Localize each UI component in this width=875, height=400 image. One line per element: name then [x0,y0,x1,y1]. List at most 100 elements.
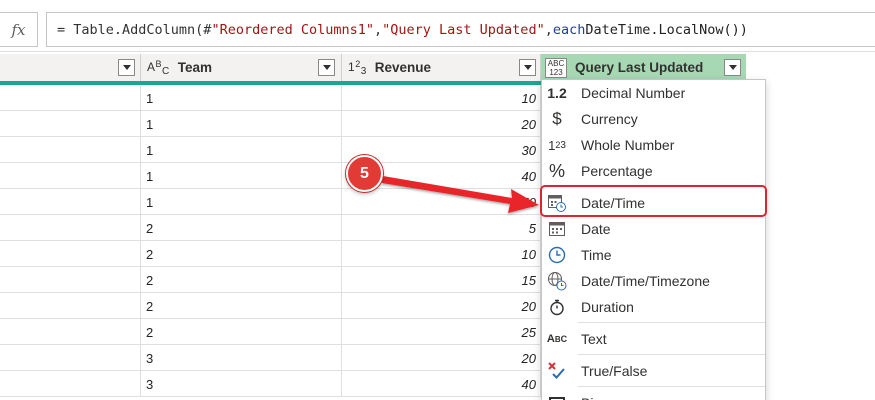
menu-item-currency[interactable]: $ Currency [542,106,765,132]
table-cell[interactable] [0,293,141,319]
menu-item-whole-number[interactable]: 123 Whole Number [542,132,765,158]
menu-item-time[interactable]: Time [542,242,765,268]
menu-item-label: Currency [581,111,638,127]
menu-item-datetime[interactable]: Date/Time [542,190,765,216]
revenue-cell[interactable]: 20 [342,111,541,137]
menu-item-label: Text [581,331,607,347]
type-icon-text: 123 [549,67,563,77]
table-cell[interactable] [0,241,141,267]
menu-separator [578,386,765,387]
team-cell[interactable]: 3 [141,371,342,397]
menu-item-label: Percentage [581,163,653,179]
column-header-row: ABC Team 123 Revenue ABC 123 Query Last U… [0,54,746,81]
revenue-cell[interactable]: 5 [342,215,541,241]
column-title: Query Last Updated [575,60,704,75]
table-cell[interactable] [0,189,141,215]
revenue-cell[interactable]: 15 [342,267,541,293]
step-badge: 5 [346,155,383,192]
revenue-cell[interactable]: 20 [342,345,541,371]
menu-item-datetime-timezone[interactable]: Date/Time/Timezone [542,268,765,294]
datetime-icon [546,193,568,213]
whole-number-type-icon[interactable]: 123 [348,59,367,77]
team-cell[interactable]: 1 [141,137,342,163]
data-type-menu: 1.2 Decimal Number $ Currency 123 Whole … [540,79,767,400]
type-icon-letter: C [162,65,170,77]
globe-clock-icon [546,271,568,291]
table-cell[interactable] [0,215,141,241]
column-header-query-last-updated[interactable]: ABC 123 Query Last Updated [541,54,746,81]
revenue-cell[interactable]: 10 [342,85,541,111]
table-cell[interactable] [0,371,141,397]
column-filter-button[interactable] [318,59,335,76]
stopwatch-icon [546,297,568,317]
revenue-cell[interactable]: 20 [342,293,541,319]
column-title: Revenue [374,60,432,75]
menu-item-text[interactable]: ABC Text [542,326,765,352]
true-false-icon [546,361,568,381]
column-filter-button[interactable] [519,59,536,76]
team-cell[interactable]: 1 [141,163,342,189]
menu-item-label: Decimal Number [581,85,686,101]
column-header-revenue[interactable]: 123 Revenue [342,54,541,81]
currency-icon: $ [552,109,562,128]
date-icon [546,219,568,239]
table-cell[interactable] [0,137,141,163]
binary-icon [546,393,568,400]
menu-item-binary[interactable]: Bi [542,390,765,400]
table-cell[interactable] [0,345,141,371]
revenue-cell[interactable]: 10 [342,241,541,267]
menu-item-label: Whole Number [581,137,675,153]
team-cell[interactable]: 2 [141,293,342,319]
menu-separator [578,354,765,355]
team-cell[interactable]: 2 [141,241,342,267]
decimal-icon: 1.2 [547,85,567,101]
table-cell[interactable] [0,267,141,293]
table-cell[interactable] [0,163,141,189]
column-filter-button[interactable] [724,59,741,76]
column-title: Team [177,60,213,75]
table-cell[interactable] [0,111,141,137]
table-cell[interactable] [0,85,141,111]
team-cell[interactable]: 1 [141,85,342,111]
revenue-cell[interactable]: 40 [342,371,541,397]
team-cell[interactable]: 1 [141,111,342,137]
menu-item-label: Duration [581,299,634,315]
team-cell[interactable]: 2 [141,319,342,345]
revenue-cell[interactable]: 50 [342,189,541,215]
type-icon-digit: 3 [360,65,367,77]
table-cell[interactable] [0,319,141,345]
column-header-previous[interactable] [0,54,141,81]
menu-item-date[interactable]: Date [542,216,765,242]
text-type-icon[interactable]: ABC [147,59,170,77]
formula-comma: , [544,21,553,38]
menu-item-decimal-number[interactable]: 1.2 Decimal Number [542,80,765,106]
menu-item-duration[interactable]: Duration [542,294,765,320]
team-cell[interactable]: 1 [141,189,342,215]
menu-separator [578,322,765,323]
type-icon-text: ABC [547,58,565,68]
percent-icon: % [548,160,565,181]
text-icon: ABC [546,333,568,345]
formula-input[interactable]: = Table.AddColumn(# "Reordered Columns1",… [46,12,875,47]
menu-item-label: Date/Time [581,195,646,211]
menu-item-percentage[interactable]: % Percentage [542,158,765,184]
team-cell[interactable]: 2 [141,215,342,241]
formula-keyword: each [552,21,586,38]
column-filter-button[interactable] [118,59,135,76]
team-cell[interactable]: 2 [141,267,342,293]
formula-suffix: DateTime.LocalNow()) [585,21,748,38]
menu-item-label: Date/Time/Timezone [581,273,710,289]
formula-comma: , [374,21,383,38]
menu-item-label: Bi [581,395,593,400]
revenue-cell[interactable]: 25 [342,319,541,345]
menu-item-label: Date [581,221,611,237]
formula-string-column: "Query Last Updated" [382,21,545,38]
fx-button[interactable]: fx [0,12,38,47]
menu-item-true-false[interactable]: True/False [542,358,765,384]
formula-string-step: "Reordered Columns1" [211,21,374,38]
menu-item-label: True/False [581,363,648,379]
column-header-team[interactable]: ABC Team [141,54,342,81]
team-cell[interactable]: 3 [141,345,342,371]
any-type-icon[interactable]: ABC 123 [545,57,567,78]
clock-icon [546,245,568,265]
